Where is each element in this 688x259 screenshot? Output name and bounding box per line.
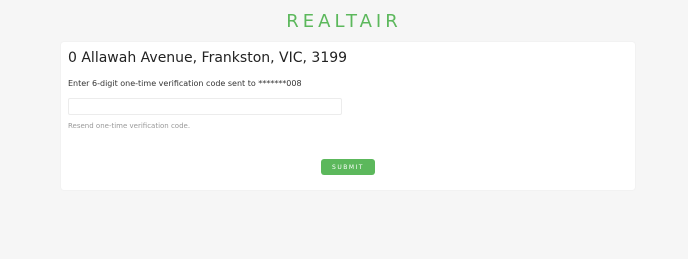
- verification-card: 0 Allawah Avenue, Frankston, VIC, 3199 E…: [61, 42, 635, 190]
- resend-code-link[interactable]: Resend one-time verification code.: [68, 122, 190, 130]
- realtair-logo: REALTAIR: [286, 11, 402, 32]
- verification-instruction: Enter 6-digit one-time verification code…: [68, 79, 302, 88]
- submit-button[interactable]: SUBMIT: [321, 159, 375, 175]
- verification-code-input[interactable]: [68, 98, 342, 115]
- property-address: 0 Allawah Avenue, Frankston, VIC, 3199: [68, 50, 348, 66]
